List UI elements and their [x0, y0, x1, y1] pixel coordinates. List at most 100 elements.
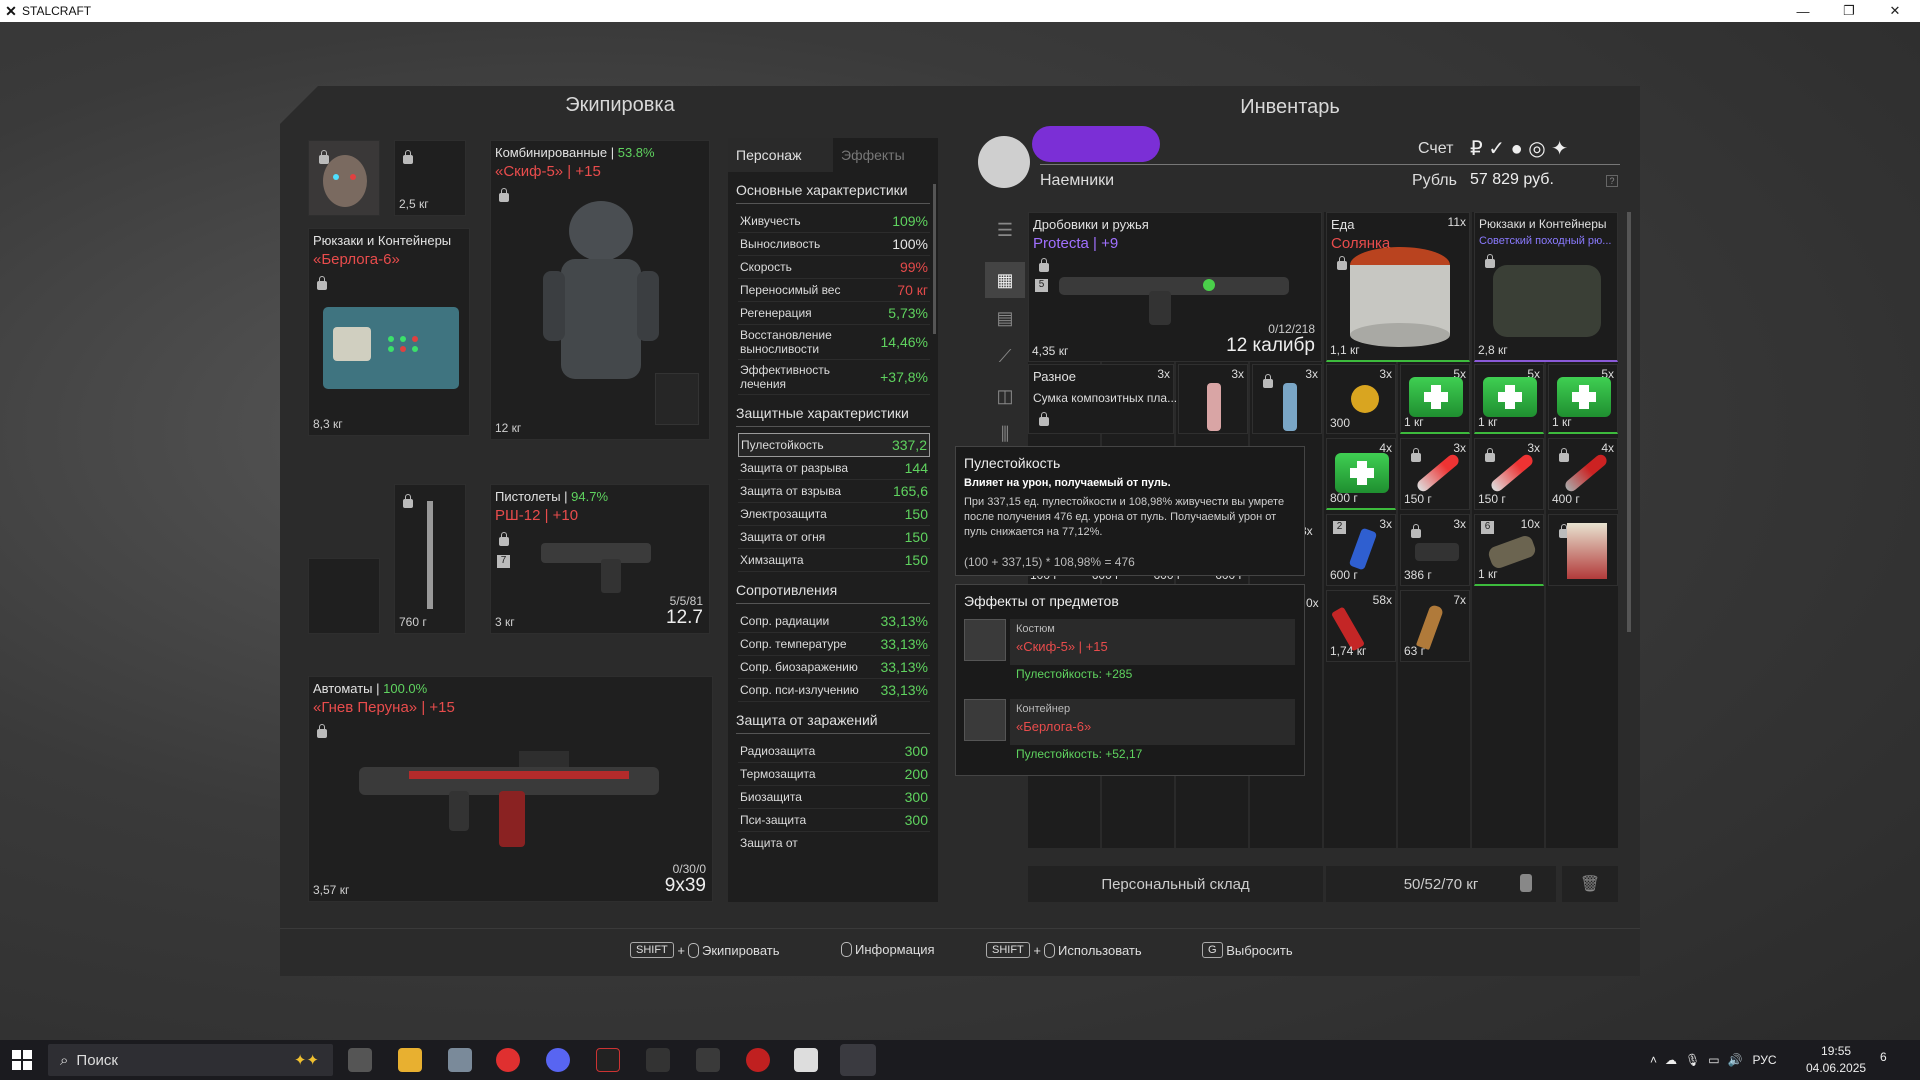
filter-device-icon[interactable]: ◫	[985, 378, 1025, 414]
game-launcher-icon[interactable]	[596, 1048, 620, 1072]
basic-stats-heading: Основные характеристики	[736, 182, 930, 204]
artifact-slot[interactable]	[308, 558, 380, 634]
stat-row[interactable]: Эффективность лечения +37,8%	[738, 360, 930, 395]
armor-weight: 12 кг	[495, 421, 522, 435]
stat-row[interactable]: Защита от огня 150	[738, 526, 930, 549]
shells-item[interactable]: 58x 1,74 кг	[1326, 590, 1396, 662]
armor-module-slot[interactable]	[655, 373, 699, 425]
backpack-slot[interactable]: Рюкзаки и Контейнеры «Берлога-6» 8,3 кг	[308, 228, 470, 436]
stat-row[interactable]: Радиозащита 300	[738, 740, 930, 763]
armor-slot[interactable]: Комбинированные | 53.8% «Скиф-5» | +15 1…	[490, 140, 710, 440]
syringe-item[interactable]: 3x 150 г	[1474, 438, 1544, 510]
help-icon[interactable]: ?	[1606, 175, 1618, 187]
stat-row[interactable]: Химзащита 150	[738, 549, 930, 572]
app-icon[interactable]	[448, 1048, 472, 1072]
stat-row[interactable]: Сопр. температуре 33,13%	[738, 633, 930, 656]
spray-item[interactable]: 3x 2 600 г	[1326, 514, 1396, 586]
stat-row[interactable]: Скорость 99%	[738, 256, 930, 279]
taskbar-search[interactable]: ⌕ Поиск ✦✦	[48, 1044, 333, 1076]
stat-row[interactable]: Защита от разрыва 144	[738, 457, 930, 480]
clock[interactable]: 19:55 04.06.2025	[1806, 1043, 1866, 1077]
language-indicator[interactable]: РУС	[1753, 1053, 1777, 1067]
device-item[interactable]: 3x 386 г	[1400, 514, 1470, 586]
food-item[interactable]: Еда 11x Солянка 1,1 кг	[1326, 212, 1470, 362]
stat-row[interactable]: Электрозащита 150	[738, 503, 930, 526]
medkit-item[interactable]: 5x 1 кг	[1474, 364, 1544, 434]
stat-row[interactable]: Пси-защита 300	[738, 809, 930, 832]
pistol-badge: 7	[497, 555, 510, 568]
misc-item[interactable]: Разное 3x Сумка композитных пла...	[1028, 364, 1177, 434]
stat-row[interactable]: Живучесть 109%	[738, 210, 930, 233]
pack-name: Советский походный рю...	[1479, 235, 1612, 247]
app-icon[interactable]	[696, 1048, 720, 1072]
item-weight: 150 г	[1404, 492, 1432, 506]
yandex-browser-icon[interactable]	[496, 1048, 520, 1072]
personal-storage-button[interactable]: Персональный склад	[1028, 866, 1323, 902]
stat-row[interactable]: Сопр. радиации 33,13%	[738, 610, 930, 633]
head-slot[interactable]	[308, 140, 380, 216]
volume-icon[interactable]: 🔊	[1728, 1053, 1743, 1067]
filter-grid-icon[interactable]: ▦	[985, 262, 1025, 298]
stat-row[interactable]: Выносливость 100%	[738, 233, 930, 256]
discord-icon[interactable]	[546, 1048, 570, 1072]
bottle-icon	[1207, 383, 1221, 431]
inventory-scrollbar[interactable]	[1627, 212, 1631, 632]
film-item[interactable]: 3x 300	[1326, 364, 1396, 434]
network-icon[interactable]: ▭	[1708, 1053, 1719, 1067]
medkit-item[interactable]: 4x 800 г	[1326, 438, 1396, 510]
medkit-item[interactable]: 5x 1 кг	[1548, 364, 1618, 434]
bottle-item[interactable]: 3x	[1178, 364, 1248, 434]
app-icon[interactable]	[746, 1048, 770, 1072]
syringe-icon	[1414, 452, 1462, 494]
stats-scrollbar[interactable]	[933, 184, 936, 334]
filter-list-icon[interactable]: ☰	[985, 212, 1025, 248]
task-view-icon[interactable]	[348, 1048, 372, 1072]
file-explorer-icon[interactable]	[398, 1048, 422, 1072]
close-button[interactable]: ✕	[1872, 0, 1918, 22]
tab-effects[interactable]: Эффекты	[833, 138, 938, 172]
filter-armor-icon[interactable]: ▤	[985, 300, 1025, 336]
stat-row[interactable]: Термозащита 200	[738, 763, 930, 786]
stat-row[interactable]: Сопр. пси-излучению 33,13%	[738, 679, 930, 702]
stat-row[interactable]: Переносимый вес 70 кг	[738, 279, 930, 302]
injector-item[interactable]: 4x 400 г	[1548, 438, 1618, 510]
mic-icon[interactable]: 🎙	[1685, 1053, 1700, 1067]
poster-item[interactable]	[1548, 514, 1618, 586]
tray-chevron-icon[interactable]: ˄	[1650, 1053, 1657, 1067]
stalcraft-taskbar-icon[interactable]	[840, 1044, 876, 1076]
stat-row[interactable]: Регенерация 5,73%	[738, 302, 930, 325]
search-icon: ⌕	[60, 1051, 69, 1069]
device-slot[interactable]: 2,5 кг	[394, 140, 466, 216]
item-weight: 1 кг	[1404, 415, 1424, 429]
stat-row[interactable]: Биозащита 300	[738, 786, 930, 809]
stat-row[interactable]: Сопр. биозаражению 33,13%	[738, 656, 930, 679]
maximize-button[interactable]: ❐	[1826, 0, 1872, 22]
ration-item[interactable]: 10x 6 1 кг	[1474, 514, 1544, 586]
shotgun-item[interactable]: Дробовики и ружья Protecta | +9 5 4,35 к…	[1028, 212, 1322, 362]
currency-icons[interactable]: ₽ ✓ ● ◎ ✦	[1470, 136, 1568, 161]
medkit-item[interactable]: 5x 1 кг	[1400, 364, 1470, 434]
trash-icon[interactable]: 🗑	[1562, 866, 1618, 902]
stat-row[interactable]: Пулестойкость 337,2	[738, 433, 930, 457]
cloud-icon[interactable]: ☁	[1665, 1053, 1677, 1067]
syringe-item[interactable]: 3x 150 г	[1400, 438, 1470, 510]
notification-badge[interactable]: 6	[1880, 1050, 1887, 1064]
tab-character[interactable]: Персонаж	[728, 138, 833, 172]
effect-type: Костюм	[1016, 623, 1055, 635]
app-icon[interactable]	[646, 1048, 670, 1072]
lock-icon	[317, 724, 327, 738]
stat-row[interactable]: Восстановление выносливости 14,46%	[738, 325, 930, 360]
bottle-item[interactable]: 3x	[1252, 364, 1322, 434]
pistol-slot[interactable]: Пистолеты | 94.7% РШ-12 | +10 7 3 кг 5/5…	[490, 484, 710, 634]
app-icon[interactable]	[794, 1048, 818, 1072]
rifle-slot[interactable]: Автоматы | 100.0% «Гнев Перуна» | +15 3,…	[308, 676, 713, 902]
bullets-item[interactable]: 7x 63 г	[1400, 590, 1470, 662]
melee-slot[interactable]: 760 г	[394, 484, 466, 634]
backpack-item[interactable]: Рюкзаки и Контейнеры Советский походный …	[1474, 212, 1618, 362]
filter-weapon-icon[interactable]: ⟋	[985, 338, 1025, 374]
windows-start-icon[interactable]	[12, 1050, 32, 1070]
lock-icon	[1411, 524, 1421, 538]
minimize-button[interactable]: —	[1780, 0, 1826, 22]
stat-row[interactable]: Защита от взрыва 165,6	[738, 480, 930, 503]
system-tray[interactable]: ˄ ☁ 🎙 ▭ 🔊 РУС	[1650, 1040, 1777, 1080]
